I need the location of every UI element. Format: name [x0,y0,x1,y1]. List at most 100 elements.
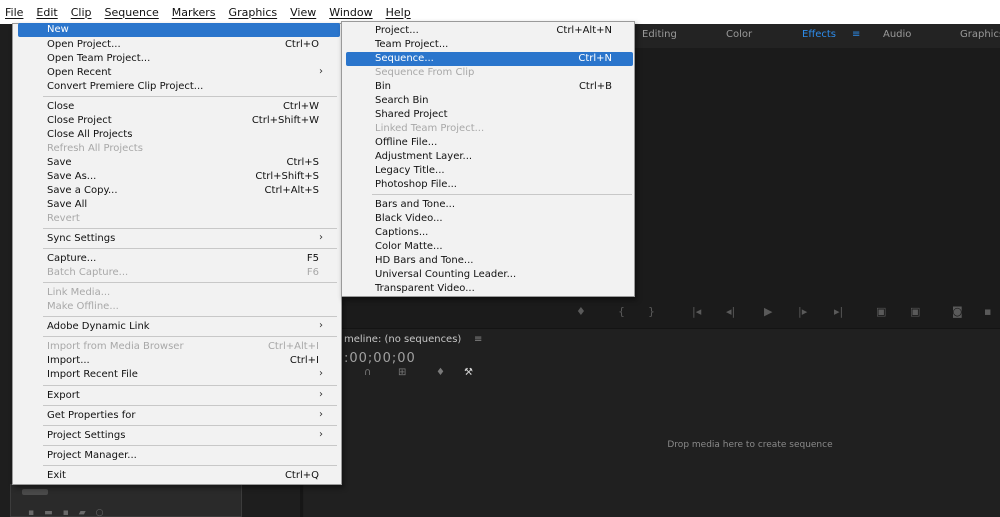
menu-item-close-all-projects[interactable]: Close All Projects [18,128,340,142]
menu-item-search-bin[interactable]: Search Bin [346,94,633,108]
menu-item-photoshop-file[interactable]: Photoshop File... [346,178,633,192]
menu-item-shortcut: Ctrl+S [286,157,319,168]
menu-item-bars-and-tone[interactable]: Bars and Tone... [346,198,633,212]
workspace-tab-color[interactable]: Color [726,29,752,40]
menu-item-open-recent[interactable]: Open Recent › [18,66,340,80]
menu-item-label: Refresh All Projects [47,143,143,154]
menu-item-label: Revert [47,213,80,224]
menu-item-exit[interactable]: Exit Ctrl+Q [18,469,340,483]
menu-item-save[interactable]: Save Ctrl+S [18,156,340,170]
timecode-display[interactable]: :00;00;00 [344,351,416,366]
menu-item-get-properties-for[interactable]: Get Properties for › [18,409,340,423]
project-panel-icons: ▪▬▪▰○ [28,508,114,517]
menu-item-offline-file[interactable]: Offline File... [346,136,633,150]
go-to-in-icon[interactable]: |◂ [692,305,701,318]
menu-item-label: HD Bars and Tone... [375,255,474,266]
mark-in-icon[interactable]: { [618,305,625,318]
drop-hint: Drop media here to create sequence [667,440,833,450]
menu-item-bin[interactable]: Bin Ctrl+B [346,80,633,94]
menu-item-project-manager[interactable]: Project Manager... [18,449,340,463]
menu-item-transparent-video[interactable]: Transparent Video... [346,282,633,296]
menu-item-save-a-copy[interactable]: Save a Copy... Ctrl+Alt+S [18,184,340,198]
step-forward-icon[interactable]: |▸ [798,305,807,318]
menu-item-label: Open Recent [47,67,112,78]
file-menu: New Open Project... Ctrl+O Open Team Projec… [12,23,342,485]
menu-item-convert-premiere-clip-project[interactable]: Convert Premiere Clip Project... [18,80,340,94]
menu-item-open-project[interactable]: Open Project... Ctrl+O [18,38,340,52]
menu-item-project[interactable]: Project... Ctrl+Alt+N [346,24,633,38]
workspace-tab-audio[interactable]: Audio [883,29,911,40]
menu-item-shortcut: Ctrl+O [284,39,319,50]
menu-separator [43,282,337,283]
menu-item-close[interactable]: Close Ctrl+W [18,100,340,114]
menu-item-shortcut: Ctrl+I [289,355,319,366]
menu-item-revert: Revert [18,212,340,226]
workspace-menu-icon[interactable]: ≡ [852,29,860,40]
menu-item-new[interactable]: New [18,23,340,37]
menu-view[interactable]: View [290,6,316,19]
new-submenu: Project... Ctrl+Alt+N Team Project... Seque… [341,21,635,297]
menu-item-shortcut: Ctrl+Alt+I [267,341,319,352]
menu-item-adjustment-layer[interactable]: Adjustment Layer... [346,150,633,164]
menu-item-sequence[interactable]: Sequence... Ctrl+N [346,52,633,66]
menu-item-label: Bin [375,81,391,92]
menu-clip[interactable]: Clip [71,6,92,19]
insert-icon[interactable]: ▣ [876,305,886,318]
menu-item-shared-project[interactable]: Shared Project [346,108,633,122]
panel-menu-icon[interactable]: ≡ [474,334,482,345]
add-marker-icon[interactable]: ♦ [576,305,586,318]
transport-controls: ♦ { } |◂ ◂| ▶ |▸ ▸| ▣ ▣ ◙ ▪ [560,305,1000,325]
menu-item-label: Adobe Dynamic Link [47,321,150,332]
menu-item-adobe-dynamic-link[interactable]: Adobe Dynamic Link › [18,320,340,334]
add-marker-icon[interactable]: ♦ [436,367,445,378]
export-frame-icon[interactable]: ◙ [952,305,963,318]
menu-item-team-project[interactable]: Team Project... [346,38,633,52]
menu-item-label: Sync Settings [47,233,116,244]
wrench-icon[interactable]: ⚒ [464,367,473,378]
menu-file[interactable]: File [5,6,23,19]
step-back-icon[interactable]: ◂| [726,305,735,318]
menu-sequence[interactable]: Sequence [105,6,159,19]
more-controls-icon[interactable]: ▪ [984,305,991,318]
menu-item-sync-settings[interactable]: Sync Settings › [18,232,340,246]
menu-item-save-as[interactable]: Save As... Ctrl+Shift+S [18,170,340,184]
menu-item-legacy-title[interactable]: Legacy Title... [346,164,633,178]
menu-item-label: Get Properties for [47,410,136,421]
project-search-field[interactable] [22,489,48,495]
menu-item-color-matte[interactable]: Color Matte... [346,240,633,254]
menu-item-import[interactable]: Import... Ctrl+I [18,354,340,368]
menu-graphics[interactable]: Graphics [229,6,278,19]
play-icon[interactable]: ▶ [764,305,772,318]
menu-item-link-media: Link Media... [18,286,340,300]
workspace-tab-graphics[interactable]: Graphics [960,29,1000,40]
submenu-arrow-icon: › [319,232,323,243]
menu-window[interactable]: Window [329,6,372,19]
menu-item-export[interactable]: Export › [18,389,340,403]
menu-item-label: Close All Projects [47,129,133,140]
menu-item-shortcut: Ctrl+Alt+S [264,185,319,196]
overwrite-icon[interactable]: ▣ [910,305,920,318]
menu-item-label: Capture... [47,253,97,264]
menu-item-save-all[interactable]: Save All [18,198,340,212]
workspace-tab-editing[interactable]: Editing [642,29,677,40]
menu-item-import-recent-file[interactable]: Import Recent File › [18,368,340,382]
menu-item-close-project[interactable]: Close Project Ctrl+Shift+W [18,114,340,128]
menu-item-captions[interactable]: Captions... [346,226,633,240]
menu-item-project-settings[interactable]: Project Settings › [18,429,340,443]
menu-item-universal-counting-leader[interactable]: Universal Counting Leader... [346,268,633,282]
linked-selection-icon[interactable]: ⊞ [398,367,406,378]
menu-markers[interactable]: Markers [172,6,216,19]
menu-edit[interactable]: Edit [36,6,57,19]
menu-item-black-video[interactable]: Black Video... [346,212,633,226]
workspace-tab-effects[interactable]: Effects [802,29,836,40]
panel-divider[interactable] [300,484,303,517]
menu-help[interactable]: Help [386,6,411,19]
menu-item-label: Import Recent File [47,369,138,380]
go-to-out-icon[interactable]: ▸| [834,305,843,318]
snap-icon[interactable]: ∩ [364,367,371,378]
menu-item-hd-bars-and-tone[interactable]: HD Bars and Tone... [346,254,633,268]
mark-out-icon[interactable]: } [648,305,655,318]
menu-item-batch-capture: Batch Capture... F6 [18,266,340,280]
menu-item-capture[interactable]: Capture... F5 [18,252,340,266]
menu-item-open-team-project[interactable]: Open Team Project... [18,52,340,66]
